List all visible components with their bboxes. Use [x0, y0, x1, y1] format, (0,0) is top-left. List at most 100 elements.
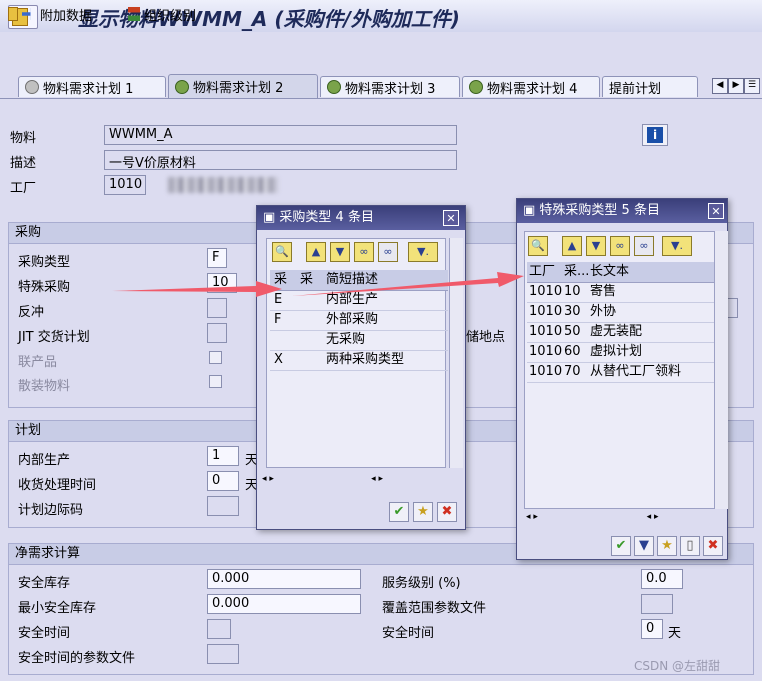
window-icon: ▣	[263, 210, 280, 225]
safety-time-field[interactable]	[207, 619, 231, 639]
column-header-description[interactable]: 简短描述	[326, 270, 378, 290]
backflush-field[interactable]	[207, 298, 227, 318]
gr-time-field[interactable]: 0	[207, 471, 239, 491]
check-status-icon	[469, 80, 483, 94]
tab-forecast[interactable]: 提前计划	[602, 76, 698, 97]
favorite-button[interactable]: ★	[657, 536, 677, 556]
horizontal-scrollbar[interactable]: ◂ ▸ ◂ ▸	[526, 512, 716, 526]
gr-time-label: 收货处理时间	[18, 478, 97, 493]
coverage-profile-field[interactable]	[641, 594, 673, 614]
table-row[interactable]: F 外部采购	[270, 310, 448, 331]
special-proc-popup-titlebar: ▣ 特殊采购类型 5 条目	[517, 199, 727, 223]
status-icon	[25, 80, 39, 94]
find-next-icon[interactable]: ∞	[378, 242, 398, 262]
table-row[interactable]: 1010 50 虚无装配	[527, 322, 715, 343]
coproduct-label: 联产品	[18, 355, 58, 370]
description-field[interactable]: 一号V价原材料	[104, 150, 457, 170]
tab-mrp1[interactable]: 物料需求计划 1	[18, 76, 166, 97]
safety-stock-field[interactable]: 0.000	[207, 569, 361, 589]
inhouse-label: 内部生产	[18, 453, 71, 468]
safety-stock-label: 安全库存	[18, 576, 71, 591]
table-row[interactable]: X 两种采购类型	[270, 350, 448, 371]
close-icon[interactable]: ✕	[443, 210, 459, 226]
safety-time2-unit: 天	[668, 626, 682, 641]
tab-scroll-right-icon[interactable]: ▶	[728, 78, 744, 94]
table-row[interactable]: 1010 70 从替代工厂领料	[527, 362, 715, 383]
blurred-plant-name	[168, 177, 278, 193]
proc-type-field[interactable]: F	[207, 248, 227, 268]
application-toolbar	[0, 34, 762, 62]
storage-location-label: 储地点	[466, 330, 506, 345]
material-label: 物料	[10, 131, 37, 146]
vertical-scrollbar[interactable]	[449, 238, 463, 468]
table-row[interactable]: 无采购	[270, 330, 448, 351]
tab-mrp2[interactable]: 物料需求计划 2	[168, 74, 318, 98]
export-icon	[8, 7, 18, 21]
find-icon[interactable]: 🔍	[528, 236, 548, 256]
info-button[interactable]: i	[642, 124, 668, 146]
safety-time-label: 安全时间	[18, 626, 71, 641]
tab-mrp3[interactable]: 物料需求计划 3	[320, 76, 460, 97]
vertical-scrollbar[interactable]	[714, 231, 728, 509]
check-status-icon	[175, 79, 189, 94]
watermark: CSDN @左甜甜	[634, 659, 721, 673]
hierarchy-icon	[128, 7, 140, 21]
safety-time2-field[interactable]: 0	[641, 619, 663, 639]
sort-ascending-icon[interactable]: ▲	[562, 236, 582, 256]
special-proc-popup-title: 特殊采购类型 5 条目	[539, 203, 660, 218]
favorite-button[interactable]: ★	[413, 502, 433, 522]
margin-key-field[interactable]	[207, 496, 239, 516]
sort-descending-icon[interactable]: ▼	[330, 242, 350, 262]
jit-label: JIT 交货计划	[18, 330, 90, 345]
inhouse-field[interactable]: 1	[207, 446, 239, 466]
confirm-button[interactable]: ✔	[611, 536, 631, 556]
min-safety-stock-label: 最小安全库存	[18, 601, 97, 616]
table-row[interactable]: 1010 30 外协	[527, 302, 715, 323]
find-icon[interactable]: 🔍	[272, 242, 292, 262]
table-row[interactable]: E 内部生产	[270, 290, 448, 311]
sort-ascending-icon[interactable]: ▲	[306, 242, 326, 262]
new-entry-button[interactable]: ▯	[680, 536, 700, 556]
close-icon[interactable]: ✕	[708, 203, 724, 219]
safety-profile-field[interactable]	[207, 644, 239, 664]
info-icon: i	[647, 127, 663, 143]
column-header-code[interactable]: 采...	[564, 262, 589, 282]
horizontal-scrollbar[interactable]: ◂ ▸ ◂ ▸	[262, 474, 442, 488]
column-header-plant[interactable]: 工厂	[529, 262, 555, 282]
proc-type-popup-titlebar: ▣ 采购类型 4 条目	[257, 206, 465, 230]
service-level-field[interactable]: 0.0	[641, 569, 683, 589]
cancel-button[interactable]: ✖	[437, 502, 457, 522]
window-icon: ▣	[523, 203, 540, 218]
material-field[interactable]: WWMM_A	[104, 125, 457, 145]
filter-icon[interactable]: ▼.	[662, 236, 692, 256]
find-next-icon[interactable]: ∞	[634, 236, 654, 256]
check-status-icon	[327, 80, 341, 94]
proc-type-grid-header: 采 采 简短描述	[270, 270, 448, 291]
filter-button[interactable]: ▼	[634, 536, 654, 556]
filter-icon[interactable]: ▼.	[408, 242, 438, 262]
additional-data-button[interactable]: 附加数据	[8, 4, 92, 24]
column-header-code2[interactable]: 采	[300, 270, 313, 290]
proc-type-popup-title: 采购类型 4 条目	[279, 210, 374, 225]
cancel-button[interactable]: ✖	[703, 536, 723, 556]
plant-field[interactable]: 1010	[104, 175, 146, 195]
min-safety-stock-field[interactable]: 0.000	[207, 594, 361, 614]
table-row[interactable]: 1010 60 虚拟计划	[527, 342, 715, 363]
special-proc-grid-header: 工厂 采... 长文本	[527, 262, 715, 283]
org-levels-button[interactable]: 组织级别	[128, 4, 196, 24]
find-binoculars-icon[interactable]: ∞	[354, 242, 374, 262]
special-proc-field[interactable]: 10	[207, 273, 237, 293]
confirm-button[interactable]: ✔	[389, 502, 409, 522]
column-header-code[interactable]: 采	[274, 270, 287, 290]
backflush-label: 反冲	[18, 305, 45, 320]
sort-descending-icon[interactable]: ▼	[586, 236, 606, 256]
bulk-checkbox[interactable]	[209, 375, 222, 388]
jit-field[interactable]	[207, 323, 227, 343]
table-row[interactable]: 1010 10 寄售	[527, 282, 715, 303]
tab-list-icon[interactable]: ☰	[744, 78, 760, 94]
tab-scroll-left-icon[interactable]: ◀	[712, 78, 728, 94]
tab-mrp4[interactable]: 物料需求计划 4	[462, 76, 600, 97]
find-binoculars-icon[interactable]: ∞	[610, 236, 630, 256]
column-header-long-text[interactable]: 长文本	[590, 262, 629, 282]
coproduct-checkbox[interactable]	[209, 351, 222, 364]
